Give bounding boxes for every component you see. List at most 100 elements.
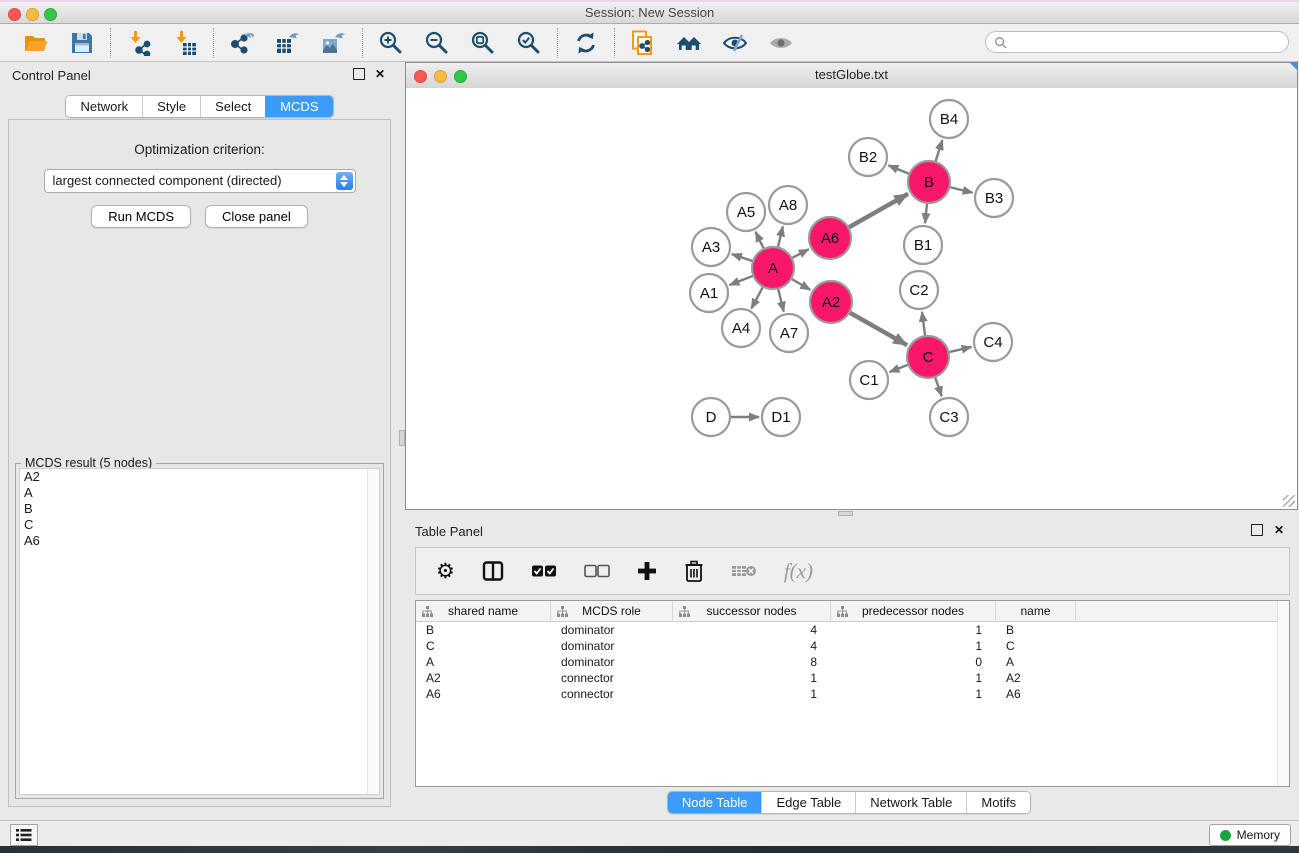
import-table-icon[interactable] xyxy=(172,30,198,56)
tab-select[interactable]: Select xyxy=(200,96,265,117)
run-mcds-button[interactable]: Run MCDS xyxy=(91,205,191,228)
column-header-MCDS-role[interactable]: MCDS role xyxy=(551,601,673,621)
zoom-out-icon[interactable] xyxy=(424,30,450,56)
tab-motifs[interactable]: Motifs xyxy=(966,792,1030,813)
table-cell: B xyxy=(416,623,551,637)
table-scrollbar[interactable] xyxy=(1277,601,1289,786)
table-float-icon[interactable] xyxy=(1251,524,1263,536)
network-graph[interactable]: A A1 A2 A3 A4 A5 A6 A7 A8 B B1 B2 B3 B4 C C1 C2 C3C4 D D1 xyxy=(406,88,1297,509)
search-box[interactable] xyxy=(985,31,1289,53)
column-header-label: predecessor nodes xyxy=(862,604,964,618)
tab-style[interactable]: Style xyxy=(142,96,200,117)
column-header-shared-name[interactable]: shared name xyxy=(416,601,551,621)
zoom-selected-icon[interactable] xyxy=(516,30,542,56)
column-header-name[interactable]: name xyxy=(996,601,1076,621)
memory-button[interactable]: Memory xyxy=(1209,824,1291,846)
graph-node-B[interactable]: B xyxy=(908,161,950,203)
table-cell: 0 xyxy=(831,655,996,669)
mcds-result-item[interactable]: C xyxy=(20,517,379,533)
select-stepper-icon xyxy=(336,172,353,190)
table-body: Bdominator41BCdominator41CAdominator80AA… xyxy=(416,622,1289,702)
graph-node-D[interactable]: D xyxy=(692,398,730,436)
graph-node-B3[interactable]: B3 xyxy=(975,179,1013,217)
float-panel-icon[interactable] xyxy=(353,68,365,80)
mcds-result-item[interactable]: A6 xyxy=(20,533,379,549)
zoom-fit-icon[interactable] xyxy=(470,30,496,56)
graph-node-C2[interactable]: C2 xyxy=(900,271,938,309)
table-header-row: shared nameMCDS rolesuccessor nodes prede… xyxy=(416,601,1289,622)
graph-node-label: D1 xyxy=(771,409,790,426)
tab-node-table[interactable]: Node Table xyxy=(668,792,762,813)
table-cell: C xyxy=(996,639,1076,653)
optimization-criterion-label: Optimization criterion: xyxy=(9,142,390,157)
save-session-icon[interactable] xyxy=(69,30,95,56)
graph-node-C[interactable]: C xyxy=(907,336,949,378)
zoom-in-icon[interactable] xyxy=(378,30,404,56)
select-all-icon[interactable] xyxy=(531,560,557,582)
column-header-successor-nodes[interactable]: successor nodes xyxy=(673,601,831,621)
table-row[interactable]: Adominator80A xyxy=(416,654,1289,670)
export-network-icon[interactable] xyxy=(229,30,255,56)
graph-node-D1[interactable]: D1 xyxy=(762,398,800,436)
close-panel-icon[interactable]: ✕ xyxy=(375,68,385,80)
table-cell: A xyxy=(996,655,1076,669)
memory-status-icon xyxy=(1220,830,1231,841)
deselect-all-icon[interactable] xyxy=(584,560,610,582)
graph-node-B2[interactable]: B2 xyxy=(849,138,887,176)
graph-node-A2[interactable]: A2 xyxy=(810,281,852,323)
tab-mcds[interactable]: MCDS xyxy=(265,96,332,117)
duplicate-network-icon[interactable] xyxy=(630,30,656,56)
table-row[interactable]: A2connector11A2 xyxy=(416,670,1289,686)
hide-eye-icon[interactable] xyxy=(722,30,748,56)
graph-node-label: B xyxy=(924,174,934,191)
home-icon[interactable] xyxy=(676,30,702,56)
mcds-result-item[interactable]: B xyxy=(20,501,379,517)
refresh-icon[interactable] xyxy=(573,30,599,56)
tab-network-table[interactable]: Network Table xyxy=(855,792,966,813)
list-scrollbar[interactable] xyxy=(367,469,379,794)
search-input[interactable] xyxy=(1011,34,1265,50)
mcds-result-item[interactable]: A2 xyxy=(20,469,379,485)
graph-node-A7[interactable]: A7 xyxy=(770,314,808,352)
graph-node-A4[interactable]: A4 xyxy=(722,309,760,347)
close-panel-button[interactable]: Close panel xyxy=(205,205,308,228)
delete-row-icon[interactable] xyxy=(684,560,704,582)
graph-node-A[interactable]: A xyxy=(752,247,794,289)
table-settings-icon[interactable]: ⚙ xyxy=(436,560,455,582)
network-canvas[interactable]: A A1 A2 A3 A4 A5 A6 A7 A8 B B1 B2 B3 B4 C C1 C2 C3C4 D D1 xyxy=(406,88,1297,509)
graph-node-C3[interactable]: C3 xyxy=(930,398,968,436)
mcds-result-item[interactable]: A xyxy=(20,485,379,501)
table-cell: dominator xyxy=(551,623,673,637)
graph-node-C4[interactable]: C4 xyxy=(974,323,1012,361)
columns-icon[interactable] xyxy=(482,560,504,582)
show-eye-icon[interactable] xyxy=(768,30,794,56)
task-history-button[interactable] xyxy=(10,824,38,846)
tab-network[interactable]: Network xyxy=(66,96,142,117)
graph-node-A5[interactable]: A5 xyxy=(727,193,765,231)
table-row[interactable]: Cdominator41C xyxy=(416,638,1289,654)
graph-node-C1[interactable]: C1 xyxy=(850,361,888,399)
export-table-icon[interactable] xyxy=(275,30,301,56)
import-network-icon[interactable] xyxy=(126,30,152,56)
table-row[interactable]: Bdominator41B xyxy=(416,622,1289,638)
open-session-icon[interactable] xyxy=(23,30,49,56)
graph-node-B4[interactable]: B4 xyxy=(930,100,968,138)
table-cell: 1 xyxy=(673,671,831,685)
graph-node-A6[interactable]: A6 xyxy=(809,217,851,259)
add-row-icon[interactable] xyxy=(637,560,657,582)
export-image-icon[interactable] xyxy=(321,30,347,56)
graph-node-A8[interactable]: A8 xyxy=(769,186,807,224)
graph-node-A3[interactable]: A3 xyxy=(692,228,730,266)
resize-grip-icon[interactable] xyxy=(1283,495,1295,507)
graph-node-B1[interactable]: B1 xyxy=(904,226,942,264)
table-cell: dominator xyxy=(551,639,673,653)
network-window-titlebar[interactable]: testGlobe.txt xyxy=(406,63,1297,89)
mcds-result-group: MCDS result (5 nodes) A2ABCA6 xyxy=(15,463,384,799)
tab-edge-table[interactable]: Edge Table xyxy=(761,792,855,813)
criterion-select[interactable]: largest connected component (directed) xyxy=(44,169,356,193)
column-header-predecessor-nodes[interactable]: predecessor nodes xyxy=(831,601,996,621)
column-header-label: name xyxy=(1020,604,1050,618)
table-row[interactable]: A6connector11A6 xyxy=(416,686,1289,702)
graph-node-A1[interactable]: A1 xyxy=(690,274,728,312)
table-close-icon[interactable]: ✕ xyxy=(1274,524,1284,536)
